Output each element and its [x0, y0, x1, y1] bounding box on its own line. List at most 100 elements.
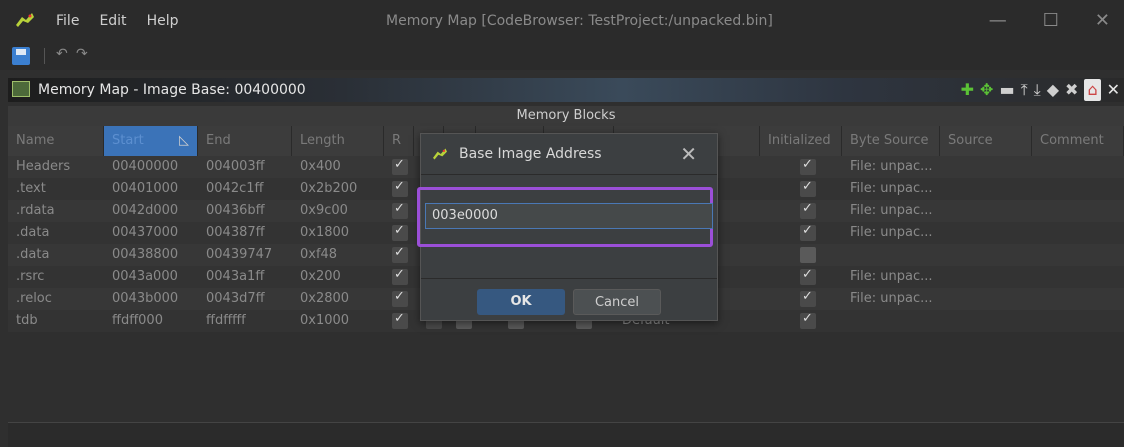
- cell-end: ffdfffff: [206, 313, 246, 328]
- cell-end: 0042c1ff: [206, 181, 264, 196]
- merge-icon[interactable]: ▬: [999, 79, 1014, 101]
- cell-length: 0x200: [300, 269, 341, 284]
- cell-name: Headers: [16, 159, 71, 174]
- col-start[interactable]: Start ◺: [104, 126, 198, 156]
- close-icon[interactable]: ✕: [680, 142, 697, 166]
- close-window-icon[interactable]: ✕: [1095, 10, 1110, 31]
- redo-icon[interactable]: ↷: [76, 46, 88, 62]
- cell-length: 0x1800: [300, 225, 350, 240]
- panel-title: Memory Map - Image Base: 00400000: [38, 82, 306, 98]
- cell-start: 00437000: [112, 225, 179, 240]
- memory-map-panel-header: Memory Map - Image Base: 00400000 ✚ ✥ ▬ …: [8, 78, 1124, 102]
- col-end[interactable]: End: [198, 126, 292, 156]
- read-checkbox[interactable]: [392, 201, 408, 219]
- cell-byte-source: File: unpac...: [850, 181, 933, 196]
- ghidra-dragon-icon: [433, 148, 447, 160]
- initialized-checkbox[interactable]: [800, 311, 816, 329]
- read-checkbox[interactable]: [392, 267, 408, 285]
- cell-start: 00438800: [112, 247, 179, 262]
- cell-length: 0x1000: [300, 313, 350, 328]
- cell-end: 00439747: [206, 247, 273, 262]
- initialized-checkbox[interactable]: [800, 247, 816, 263]
- cell-start: 0042d000: [112, 203, 179, 218]
- col-length[interactable]: Length: [292, 126, 384, 156]
- cell-start: 00400000: [112, 159, 179, 174]
- cell-length: 0x400: [300, 159, 341, 174]
- menu-help[interactable]: Help: [147, 13, 179, 29]
- initialized-checkbox[interactable]: [800, 201, 816, 219]
- expand-up-icon[interactable]: ⤒: [1021, 79, 1028, 101]
- read-checkbox[interactable]: [392, 245, 408, 263]
- window-controls: — ☐ ✕: [989, 10, 1110, 31]
- cell-name: .text: [16, 181, 46, 196]
- delete-icon[interactable]: ✖: [1065, 79, 1078, 101]
- cell-end: 0043d7ff: [206, 291, 265, 306]
- dialog-footer: OK Cancel: [421, 278, 717, 321]
- table-empty-area: [8, 382, 1124, 414]
- base-image-address-dialog: Base Image Address ✕ 003e0000 OK Cancel: [417, 133, 718, 321]
- initialized-checkbox[interactable]: [800, 223, 816, 241]
- home-icon[interactable]: ⌂: [1084, 79, 1101, 101]
- status-bar: [8, 422, 1124, 447]
- col-comment[interactable]: Comment: [1032, 126, 1124, 156]
- minimize-icon[interactable]: —: [989, 10, 1007, 31]
- add-icon[interactable]: ✚: [961, 79, 974, 101]
- cell-name: tdb: [16, 313, 38, 328]
- cell-length: 0x2b200: [300, 181, 358, 196]
- menu-file[interactable]: File: [56, 13, 79, 29]
- read-checkbox[interactable]: [392, 311, 408, 329]
- cell-byte-source: File: unpac...: [850, 269, 933, 284]
- ghidra-dragon-icon: [16, 13, 34, 27]
- cell-start: 00401000: [112, 181, 179, 196]
- cell-length: 0x2800: [300, 291, 350, 306]
- cell-start: 0043a000: [112, 269, 178, 284]
- dialog-body: 003e0000: [417, 175, 717, 278]
- initialized-checkbox[interactable]: [800, 157, 816, 175]
- split-icon[interactable]: ◆: [1047, 79, 1059, 101]
- read-checkbox[interactable]: [392, 157, 408, 175]
- expand-down-icon[interactable]: ⤓: [1034, 79, 1041, 101]
- close-icon[interactable]: ✕: [1107, 79, 1120, 101]
- cell-length: 0x9c00: [300, 203, 348, 218]
- initialized-checkbox[interactable]: [800, 289, 816, 307]
- dialog-title-bar: Base Image Address ✕: [421, 134, 717, 175]
- cell-name: .data: [16, 247, 50, 262]
- memory-blocks-title: Memory Blocks: [8, 106, 1124, 126]
- cell-byte-source: File: unpac...: [850, 225, 933, 240]
- col-source[interactable]: Source: [940, 126, 1032, 156]
- maximize-icon[interactable]: ☐: [1043, 10, 1059, 31]
- read-checkbox[interactable]: [392, 179, 408, 197]
- col-initialized[interactable]: Initialized: [760, 126, 842, 156]
- cell-length: 0xf48: [300, 247, 338, 262]
- window-title: Memory Map [CodeBrowser: TestProject:/un…: [386, 13, 773, 29]
- col-start-label: Start: [112, 133, 144, 148]
- undo-icon[interactable]: ↶: [56, 46, 68, 62]
- cell-end: 004003ff: [206, 159, 265, 174]
- ok-button[interactable]: OK: [477, 289, 565, 315]
- read-checkbox[interactable]: [392, 289, 408, 307]
- col-read[interactable]: R: [384, 126, 414, 156]
- initialized-checkbox[interactable]: [800, 179, 816, 197]
- toolbar: ↶ ↷: [0, 42, 1124, 70]
- cell-end: 0043a1ff: [206, 269, 265, 284]
- menu-edit[interactable]: Edit: [99, 13, 126, 29]
- cell-name: .rsrc: [16, 269, 45, 284]
- sort-icon: ◺: [179, 133, 189, 148]
- save-icon[interactable]: [12, 47, 30, 65]
- title-bar: File Edit Help Memory Map [CodeBrowser: …: [0, 0, 1124, 42]
- toolbar-separator: [44, 48, 45, 64]
- panel-toolbar: ✚ ✥ ▬ ⤒ ⤓ ◆ ✖ ⌂ ✕: [961, 79, 1120, 101]
- cell-start: ffdff000: [112, 313, 163, 328]
- move-icon[interactable]: ✥: [980, 79, 993, 101]
- base-address-input[interactable]: 003e0000: [425, 203, 713, 229]
- cell-name: .reloc: [16, 291, 52, 306]
- read-checkbox[interactable]: [392, 223, 408, 241]
- cell-name: .data: [16, 225, 50, 240]
- cancel-button[interactable]: Cancel: [573, 289, 661, 315]
- col-byte-source[interactable]: Byte Source: [842, 126, 940, 156]
- cell-name: .rdata: [16, 203, 55, 218]
- memory-map-icon: [12, 81, 30, 97]
- dialog-title: Base Image Address: [459, 146, 602, 162]
- col-name[interactable]: Name: [8, 126, 104, 156]
- initialized-checkbox[interactable]: [800, 267, 816, 285]
